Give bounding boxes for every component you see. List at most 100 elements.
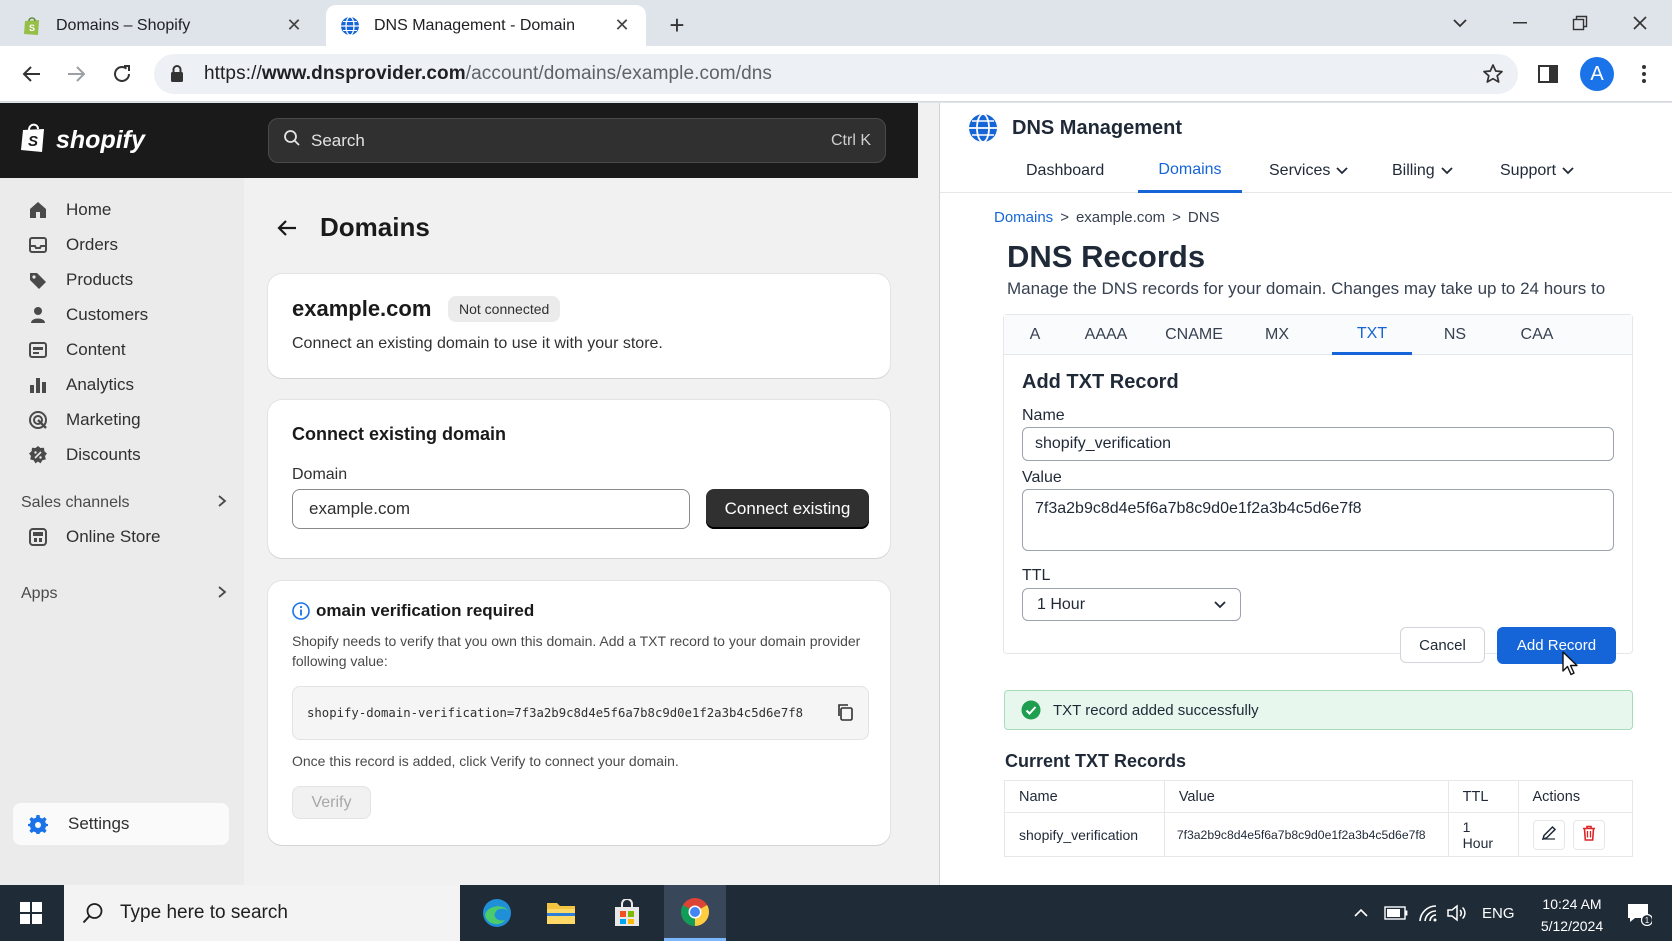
sidebar-item-customers[interactable]: Customers [26, 299, 148, 331]
close-tab-icon[interactable]: ✕ [612, 15, 632, 36]
sidebar-item-online-store[interactable]: Online Store [26, 521, 161, 553]
tab-record-aaaa[interactable]: AAAA [1066, 315, 1146, 355]
edge-app-icon[interactable] [466, 885, 528, 941]
sidebar-item-analytics[interactable]: Analytics [26, 369, 134, 401]
reload-icon[interactable] [106, 58, 138, 90]
breadcrumb-domains[interactable]: Domains [994, 209, 1053, 226]
sidebar-item-settings[interactable]: Settings [13, 803, 229, 845]
taskbar-search-input[interactable]: Type here to search [64, 885, 460, 941]
tray-chevron-up-icon[interactable] [1354, 885, 1368, 941]
browser-tab-shopify[interactable]: S Domains – Shopify ✕ [8, 5, 318, 46]
chrome-app-icon[interactable] [664, 885, 726, 941]
dns-brand-name: DNS Management [1012, 116, 1183, 139]
copy-icon[interactable] [836, 703, 854, 724]
connect-existing-button[interactable]: Connect existing [706, 489, 869, 529]
sidebar-item-orders[interactable]: Orders [26, 229, 118, 261]
tab-support[interactable]: Support [1500, 149, 1574, 193]
sidebar-sales-channels[interactable]: Sales channels [21, 488, 227, 518]
search-icon [82, 902, 104, 924]
shopify-logo[interactable]: S shopify [20, 121, 145, 160]
sidebar-item-marketing[interactable]: Marketing [26, 404, 141, 436]
tab-record-caa[interactable]: CAA [1498, 315, 1576, 355]
dns-brand[interactable]: DNS Management [968, 113, 1182, 143]
chevron-down-icon [1562, 167, 1574, 175]
breadcrumb-domain[interactable]: example.com [1076, 209, 1165, 226]
language-indicator[interactable]: ENG [1482, 885, 1515, 941]
battery-icon[interactable] [1384, 885, 1408, 941]
verify-button[interactable]: Verify [292, 786, 371, 819]
delete-record-button[interactable] [1572, 819, 1605, 850]
tab-label: AAAA [1084, 326, 1128, 343]
kebab-menu-icon[interactable] [1628, 58, 1660, 90]
windows-start-icon[interactable] [10, 893, 52, 933]
tab-record-txt[interactable]: TXT [1332, 315, 1412, 355]
tab-label: CAA [1520, 326, 1554, 343]
tab-search-chevron-icon[interactable] [1440, 6, 1480, 40]
side-panel-icon[interactable] [1532, 58, 1564, 90]
tab-record-mx[interactable]: MX [1242, 315, 1312, 355]
new-tab-icon[interactable]: + [662, 10, 692, 40]
tab-label: Support [1500, 162, 1557, 179]
wifi-icon[interactable] [1418, 885, 1438, 941]
volume-icon[interactable] [1446, 885, 1468, 941]
bookmark-star-icon[interactable] [1482, 63, 1504, 88]
sidebar-item-label: Products [66, 270, 134, 289]
back-icon[interactable] [16, 58, 48, 90]
profile-avatar[interactable]: A [1580, 57, 1614, 91]
sidebar-item-products[interactable]: Products [26, 264, 133, 296]
name-input[interactable]: shopify_verification [1022, 427, 1614, 461]
add-record-button[interactable]: Add Record [1497, 627, 1616, 664]
tab-record-cname[interactable]: CNAME [1146, 315, 1242, 355]
cancel-button[interactable]: Cancel [1400, 627, 1485, 663]
column-header: TTL [1447, 780, 1519, 813]
ttl-select[interactable]: 1 Hour [1022, 588, 1241, 621]
tab-billing[interactable]: Billing [1392, 149, 1453, 193]
address-bar[interactable]: https://www.dnsprovider.com/account/doma… [154, 54, 1518, 94]
tab-record-ns[interactable]: NS [1420, 315, 1490, 355]
minimize-icon[interactable] [1500, 6, 1540, 40]
tab-label: MX [1265, 326, 1289, 343]
restore-icon[interactable] [1560, 6, 1600, 40]
tab-record-a[interactable]: A [1004, 315, 1066, 355]
tab-dashboard[interactable]: Dashboard [1026, 149, 1104, 193]
gear-icon [28, 814, 52, 834]
close-window-icon[interactable] [1620, 6, 1660, 40]
pane-divider[interactable] [918, 103, 940, 885]
status-badge: Not connected [448, 296, 561, 322]
svg-text:S: S [29, 23, 35, 33]
connect-domain-card: Connect existing domain Domain example.c… [268, 400, 890, 558]
sidebar-apps[interactable]: Apps [21, 579, 227, 609]
tag-icon [26, 268, 50, 292]
shopify-search-input[interactable]: Search Ctrl K [268, 118, 886, 163]
edit-record-button[interactable] [1532, 819, 1565, 850]
browser-toolbar: https://www.dnsprovider.com/account/doma… [0, 46, 1672, 102]
notification-center-icon[interactable]: 1 [1622, 899, 1656, 929]
sidebar-item-discounts[interactable]: Discounts [26, 439, 141, 471]
lock-icon [170, 65, 190, 83]
shopify-wordmark: shopify [56, 126, 145, 154]
forward-icon[interactable] [60, 58, 92, 90]
sidebar-item-home[interactable]: Home [26, 194, 111, 226]
check-circle-icon [1021, 700, 1041, 720]
breadcrumb-dns: DNS [1187, 209, 1220, 226]
sidebar-item-label: Discounts [66, 445, 141, 464]
tab-domains[interactable]: Domains [1138, 149, 1242, 193]
file-explorer-icon[interactable] [530, 885, 592, 941]
browser-tab-dns[interactable]: DNS Management - Domain ✕ [326, 5, 646, 46]
domain-field-label: Domain [292, 466, 348, 483]
trash-icon [1582, 825, 1596, 844]
form-title: Add TXT Record [1022, 371, 1179, 393]
windows-taskbar: Type here to search ENG 10:24 AM 5/12/20… [0, 885, 1672, 941]
table-row: shopify_verification 7f3a2b9c8d4e5f6a7b8… [1004, 812, 1634, 857]
tab-services[interactable]: Services [1269, 149, 1348, 193]
domain-name: example.com [292, 296, 432, 321]
sidebar-item-label: Settings [68, 814, 130, 833]
taskbar-clock[interactable]: 10:24 AM 5/12/2024 [1532, 893, 1612, 937]
value-textarea[interactable]: 7f3a2b9c8d4e5f6a7b8c9d0e1f2a3b4c5d6e7f8 [1022, 489, 1614, 551]
close-tab-icon[interactable]: ✕ [284, 15, 304, 36]
domain-input[interactable]: example.com [292, 489, 690, 529]
sidebar-item-content[interactable]: Content [26, 334, 126, 366]
back-arrow-icon[interactable] [276, 218, 304, 238]
tab-label: Services [1269, 162, 1331, 179]
microsoft-store-icon[interactable] [596, 885, 658, 941]
